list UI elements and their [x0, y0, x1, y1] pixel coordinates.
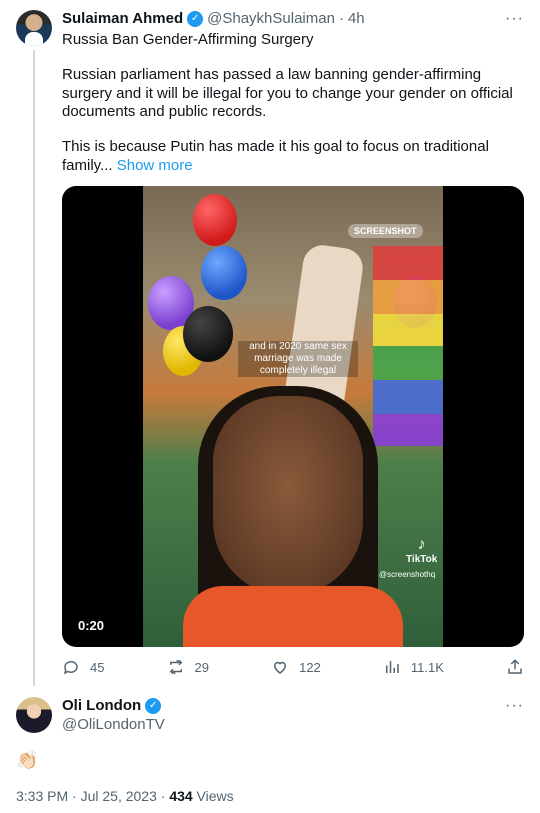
avatar[interactable]: [16, 10, 52, 46]
tiktok-handle: @screenshothq: [379, 570, 436, 579]
video-duration: 0:20: [78, 618, 105, 633]
tweet-title-line: Russia Ban Gender-Affirming Surgery: [62, 31, 314, 48]
balloon-image: [193, 194, 237, 246]
like-count: 122: [299, 659, 321, 675]
views-number: 434: [169, 788, 193, 804]
tweet-content-clap-emoji: 👏🏻: [16, 750, 39, 770]
tiktok-icon: ♪ TikTok: [406, 536, 438, 565]
video-watermark-badge: SCREENSHOT: [348, 224, 423, 238]
thread-line: [33, 50, 35, 686]
balloon-image: [183, 306, 233, 362]
separator: ·: [338, 10, 344, 27]
reply-icon: [63, 660, 78, 675]
views-icon: [385, 661, 399, 673]
retweet-icon: [169, 659, 182, 675]
video-caption: and in 2020 same sex marriage was made c…: [238, 341, 358, 377]
person-shirt-image: [183, 586, 403, 647]
share-icon: [508, 659, 522, 674]
video-player[interactable]: SCREENSHOT and in 2020 same sex marriage…: [62, 186, 524, 647]
show-more-link[interactable]: Show more: [117, 157, 193, 174]
author-handle[interactable]: @ShaykhSulaiman: [207, 10, 335, 27]
retweet-count: 29: [194, 659, 210, 675]
rainbow-flag-image: [373, 246, 443, 446]
reply-count: 45: [90, 659, 105, 675]
tiktok-label: TikTok: [406, 554, 438, 565]
author-name[interactable]: Oli London: [62, 697, 141, 714]
verified-badge-icon: ✓: [145, 697, 162, 714]
verified-badge-icon: ✓: [187, 10, 204, 27]
balloon-image: [201, 246, 247, 300]
tweet-paragraph-1: Russian parliament has passed a law bann…: [62, 66, 513, 120]
like-button[interactable]: 122: [271, 658, 321, 676]
tweet-timestamp[interactable]: 3:33 PM · Jul 25, 2023 · 434 Views: [16, 788, 234, 804]
tweet-header: Sulaiman Ahmed ✓ @ShaykhSulaiman · 4h: [62, 10, 365, 27]
tweet-paragraph-2: This is because Putin has made it his go…: [62, 138, 518, 175]
timestamp-text: 3:33 PM · Jul 25, 2023 ·: [16, 788, 170, 804]
time-ago[interactable]: 4h: [348, 10, 365, 27]
tweet-header: Oli London ✓: [62, 697, 162, 714]
avatar[interactable]: [16, 697, 52, 733]
person-face-image: [213, 396, 363, 596]
like-icon: [274, 661, 287, 674]
more-icon[interactable]: ···: [505, 10, 524, 28]
more-icon[interactable]: ···: [505, 697, 524, 715]
author-name[interactable]: Sulaiman Ahmed: [62, 10, 183, 27]
views-count: 11.1K: [410, 659, 444, 675]
views-label: Views: [192, 788, 234, 804]
share-button[interactable]: [506, 658, 524, 676]
reply-button[interactable]: 45: [62, 658, 104, 676]
action-bar: 45 29 122 11.1K: [62, 658, 524, 676]
retweet-button[interactable]: 29: [167, 658, 209, 676]
video-frame: SCREENSHOT and in 2020 same sex marriage…: [143, 186, 443, 647]
views-button[interactable]: 11.1K: [383, 658, 444, 676]
author-handle[interactable]: @OliLondonTV: [62, 716, 165, 733]
